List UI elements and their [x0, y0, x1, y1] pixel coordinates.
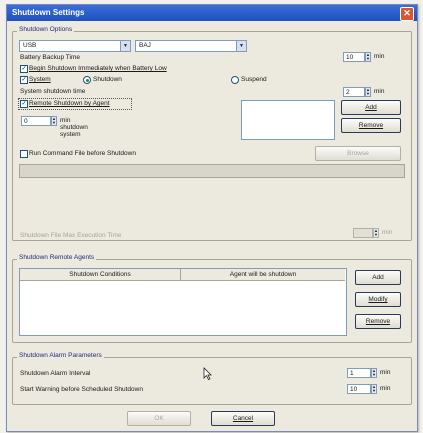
remote-agents-title: Shutdown Remote Agents: [17, 254, 97, 261]
add-agent-button[interactable]: Add: [341, 100, 401, 115]
remote-agents-group: Shutdown Remote Agents Shutdown Conditio…: [12, 254, 412, 343]
command-exec-time-unit: min: [382, 229, 393, 236]
command-exec-time-label: Shutdown File Max Execution Time: [20, 232, 122, 239]
cancel-button[interactable]: Cancel: [211, 411, 275, 426]
remote-shutdown-checkbox[interactable]: ✓: [20, 100, 28, 108]
modify-remote-agent-button[interactable]: Modify: [355, 292, 401, 307]
ok-button-label: OK: [154, 415, 164, 422]
command-file-path-field[interactable]: [19, 164, 405, 178]
alarm-parameters-title: Shutdown Alarm Parameters: [17, 352, 104, 359]
system-shutdown-time-label: System shutdown time: [20, 88, 86, 95]
chevron-down-icon[interactable]: ▼: [236, 41, 246, 51]
start-warning-unit: min: [380, 385, 391, 392]
port-select-value: USB: [23, 42, 37, 49]
battery-backup-field[interactable]: 10: [343, 52, 365, 62]
shutdown-radio[interactable]: [83, 76, 91, 84]
shutdown-radio-label: Shutdown: [93, 76, 122, 83]
spinner-arrows-icon[interactable]: ▲ ▼: [51, 116, 57, 126]
model-select[interactable]: BAJ ▼: [135, 40, 247, 52]
title-bar[interactable]: Shutdown Settings ✕: [7, 5, 417, 21]
remove-agent-button[interactable]: Remove: [341, 118, 401, 133]
system-shutdown-time-field[interactable]: 2: [343, 87, 365, 97]
remove-agent-button-label: Remove: [358, 122, 384, 129]
alarm-interval-label: Shutdown Alarm Interval: [20, 370, 91, 377]
spinner-arrows-icon[interactable]: ▲ ▼: [371, 384, 377, 394]
dialog-title: Shutdown Settings: [12, 8, 85, 17]
begin-shutdown-label: Begin Shutdown Immediately when Battery …: [29, 65, 167, 72]
cancel-button-label: Cancel: [232, 415, 254, 422]
system-checkbox[interactable]: ✓: [20, 76, 28, 84]
battery-backup-label: Battery Backup Time: [20, 54, 80, 61]
ok-button[interactable]: OK: [127, 411, 191, 426]
run-command-checkbox[interactable]: [20, 150, 28, 158]
remove-remote-agent-label: Remove: [365, 318, 391, 325]
spinner-arrows-icon[interactable]: ▲ ▼: [371, 368, 377, 378]
run-command-label: Run Command File before Shutdown: [29, 150, 136, 157]
browse-button-label: Browse: [347, 150, 369, 157]
alarm-interval-unit: min: [380, 369, 391, 376]
remote-shutdown-label: Remote Shutdown by Agent: [29, 100, 110, 107]
spinner-arrows-icon[interactable]: ▲ ▼: [373, 228, 379, 238]
remote-agents-table[interactable]: Shutdown Conditions Agent will be shutdo…: [19, 268, 347, 336]
system-label: System: [29, 76, 51, 83]
shutdown-options-group: Shutdown Options USB ▼ BAJ ▼ Battery Bac…: [12, 26, 412, 241]
system-shutdown-time-unit: min: [374, 88, 385, 95]
close-icon[interactable]: ✕: [400, 7, 414, 21]
browse-button[interactable]: Browse: [315, 146, 401, 161]
add-agent-button-label: Add: [365, 104, 377, 111]
alarm-interval-field[interactable]: 1: [347, 368, 371, 378]
agent-delay-field[interactable]: 0: [21, 116, 51, 126]
add-remote-agent-button[interactable]: Add: [355, 270, 401, 285]
port-select[interactable]: USB ▼: [19, 40, 131, 52]
mouse-cursor-icon: [203, 367, 212, 380]
start-warning-field[interactable]: 10: [347, 384, 371, 394]
agent-list-box[interactable]: [241, 100, 335, 140]
suspend-radio[interactable]: [231, 76, 239, 84]
spinner-arrows-icon[interactable]: ▲ ▼: [365, 87, 371, 97]
spinner-arrows-icon[interactable]: ▲ ▼: [365, 52, 371, 62]
add-remote-agent-label: Add: [372, 274, 384, 281]
agent-delay-label: min shutdown system: [60, 117, 88, 138]
chevron-down-icon[interactable]: ▼: [120, 41, 130, 51]
battery-backup-unit: min: [374, 53, 385, 60]
remove-remote-agent-button[interactable]: Remove: [355, 314, 401, 329]
column-header-agent[interactable]: Agent will be shutdown: [181, 269, 345, 281]
suspend-radio-label: Suspend: [241, 76, 267, 83]
model-select-value: BAJ: [139, 42, 151, 49]
modify-remote-agent-label: Modify: [368, 296, 388, 303]
alarm-parameters-group: Shutdown Alarm Parameters Shutdown Alarm…: [12, 352, 412, 405]
begin-shutdown-checkbox[interactable]: ✓: [20, 65, 28, 73]
column-header-conditions[interactable]: Shutdown Conditions: [20, 269, 181, 281]
start-warning-label: Start Warning before Scheduled Shutdown: [20, 386, 143, 393]
shutdown-options-title: Shutdown Options: [17, 26, 75, 33]
shutdown-settings-dialog: Shutdown Settings ✕ Shutdown Options USB…: [6, 4, 418, 432]
command-exec-time-field[interactable]: [353, 228, 373, 238]
